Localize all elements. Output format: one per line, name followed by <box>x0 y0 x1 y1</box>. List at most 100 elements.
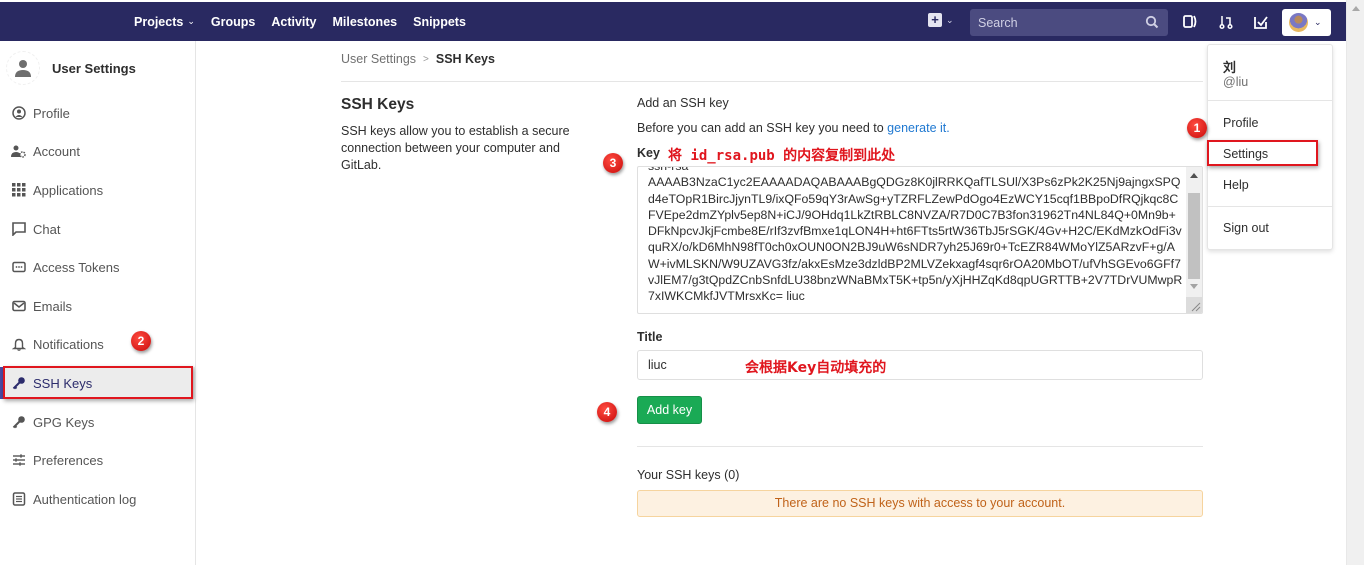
search-input[interactable] <box>978 15 1138 30</box>
breadcrumb-divider <box>341 81 1203 82</box>
token-icon <box>11 260 26 275</box>
title-annotation: 会根据Key自动填充的 <box>745 360 887 376</box>
search-icon[interactable] <box>1145 15 1159 29</box>
sidebar-item-label: Account <box>33 143 80 159</box>
page-scrollbar[interactable] <box>1346 0 1364 565</box>
sidebar-item-label: Access Tokens <box>33 259 120 275</box>
nav-groups[interactable]: Groups <box>211 15 255 29</box>
sidebar-item-label: Emails <box>33 298 73 314</box>
sidebar-item-access-tokens[interactable]: Access Tokens <box>0 251 196 283</box>
sidebar: User Settings Profile Account Applicatio… <box>0 41 196 565</box>
sidebar-item-applications[interactable]: Applications <box>0 174 196 206</box>
form-heading: Add an SSH key <box>637 96 1203 110</box>
menu-item-help[interactable]: Help <box>1223 178 1249 192</box>
search-box <box>970 9 1168 36</box>
chevron-down-icon: ⌄ <box>946 14 954 25</box>
sliders-icon <box>11 453 26 468</box>
chevron-down-icon: ⌄ <box>1314 17 1322 27</box>
key-annotation: 将 id_rsa.pub 的内容复制到此处 <box>668 145 895 165</box>
breadcrumb-separator-icon: > <box>423 53 429 65</box>
log-icon <box>11 492 26 507</box>
key-textarea[interactable]: ssh-rsa AAAAB3NzaC1yc2EAAAADAQABAAABgQDG… <box>637 166 1203 314</box>
title-label: Title <box>637 330 663 344</box>
page-description: SSH keys allow you to establish a secure… <box>341 124 570 172</box>
user-name: 刘 <box>1223 60 1237 75</box>
step-badge-1: 1 <box>1187 118 1207 138</box>
issues-icon[interactable] <box>1182 13 1200 31</box>
scroll-down-arrow-icon[interactable] <box>1190 284 1198 289</box>
bell-icon <box>11 337 26 352</box>
key-icon <box>11 415 26 430</box>
lead-text: Before you can add an SSH key you need t… <box>637 121 888 135</box>
key-label: Key <box>637 146 660 160</box>
sidebar-item-label: Preferences <box>33 452 104 468</box>
user-avatar-icon <box>6 51 40 85</box>
add-key-button[interactable]: Add key <box>637 396 702 424</box>
top-navbar: Projects ⌄ Groups Activity Milestones Sni… <box>0 2 1346 41</box>
profile-icon <box>11 106 26 121</box>
menu-divider <box>1208 206 1332 207</box>
breadcrumb-current: SSH Keys <box>435 52 495 66</box>
sidebar-item-label: SSH Keys <box>33 375 93 391</box>
sidebar-item-ssh-keys[interactable]: SSH Keys <box>0 367 196 399</box>
textarea-scrollbar[interactable] <box>1186 167 1202 313</box>
user-handle: @liu <box>1223 75 1249 89</box>
sidebar-title: User Settings <box>52 60 136 76</box>
resize-grip-icon[interactable] <box>1186 297 1202 313</box>
page-title: SSH Keys <box>341 96 415 113</box>
menu-item-sign-out[interactable]: Sign out <box>1223 221 1269 235</box>
nav-links: Projects ⌄ Groups Activity Milestones Sni… <box>134 2 482 41</box>
sidebar-item-preferences[interactable]: Preferences <box>0 444 196 476</box>
key-value[interactable]: ssh-rsa AAAAB3NzaC1yc2EAAAADAQABAAABgQDG… <box>648 167 1183 305</box>
menu-divider <box>1208 100 1332 101</box>
account-icon <box>11 144 26 159</box>
chat-icon <box>11 222 26 237</box>
chevron-down-icon: ⌄ <box>187 16 195 26</box>
user-menu-button[interactable]: ⌄ <box>1282 9 1331 36</box>
scrollbar-thumb[interactable] <box>1188 193 1200 279</box>
sidebar-item-notifications[interactable]: Notifications <box>0 328 196 360</box>
plus-icon: + <box>928 13 942 27</box>
generate-it-link[interactable]: generate it. <box>887 121 950 135</box>
key-icon <box>11 376 26 391</box>
nav-projects-label: Projects <box>134 14 184 29</box>
user-dropdown-menu: 刘 @liu Profile Settings Help Sign out <box>1207 44 1333 250</box>
nav-milestones[interactable]: Milestones <box>333 15 398 29</box>
intro-section: SSH Keys SSH keys allow you to establish… <box>341 96 601 174</box>
menu-item-profile[interactable]: Profile <box>1223 116 1258 130</box>
breadcrumb-parent[interactable]: User Settings <box>341 52 416 66</box>
sidebar-item-gpg-keys[interactable]: GPG Keys <box>0 406 196 438</box>
applications-icon <box>11 183 26 198</box>
scroll-up-arrow-icon[interactable] <box>1190 173 1198 178</box>
nav-projects[interactable]: Projects ⌄ <box>134 15 195 29</box>
email-icon <box>11 299 26 314</box>
annotation-text: 的内容复制到此处 <box>774 148 896 164</box>
section-divider <box>637 446 1203 447</box>
sidebar-item-label: Notifications <box>33 336 104 352</box>
sidebar-item-profile[interactable]: Profile <box>0 97 196 129</box>
scroll-up-arrow-icon[interactable] <box>1352 6 1360 11</box>
annotation-text: 将 <box>668 148 691 164</box>
menu-item-settings[interactable]: Settings <box>1223 147 1268 161</box>
new-dropdown-button[interactable]: + ⌄ <box>928 13 954 27</box>
sidebar-header[interactable]: User Settings <box>6 51 136 85</box>
sidebar-item-label: Authentication log <box>33 491 137 507</box>
sidebar-item-account[interactable]: Account <box>0 135 196 167</box>
sidebar-item-label: Applications <box>33 182 104 198</box>
step-badge-2: 2 <box>131 331 151 351</box>
sidebar-item-emails[interactable]: Emails <box>0 290 196 322</box>
nav-snippets[interactable]: Snippets <box>413 15 466 29</box>
title-input[interactable] <box>637 350 1203 380</box>
your-ssh-keys-heading: Your SSH keys (0) <box>637 468 740 482</box>
empty-keys-alert: There are no SSH keys with access to you… <box>637 490 1203 517</box>
sidebar-item-label: Profile <box>33 105 70 121</box>
merge-request-icon[interactable] <box>1217 13 1235 31</box>
nav-activity[interactable]: Activity <box>271 15 316 29</box>
sidebar-item-authentication-log[interactable]: Authentication log <box>0 483 196 515</box>
step-badge-4: 4 <box>597 402 617 422</box>
todos-icon[interactable] <box>1252 13 1270 31</box>
sidebar-item-chat[interactable]: Chat <box>0 213 196 245</box>
sidebar-item-label: GPG Keys <box>33 414 95 430</box>
add-ssh-key-heading: Add an SSH key <box>637 96 729 110</box>
annotation-code: id_rsa.pub <box>690 148 775 164</box>
